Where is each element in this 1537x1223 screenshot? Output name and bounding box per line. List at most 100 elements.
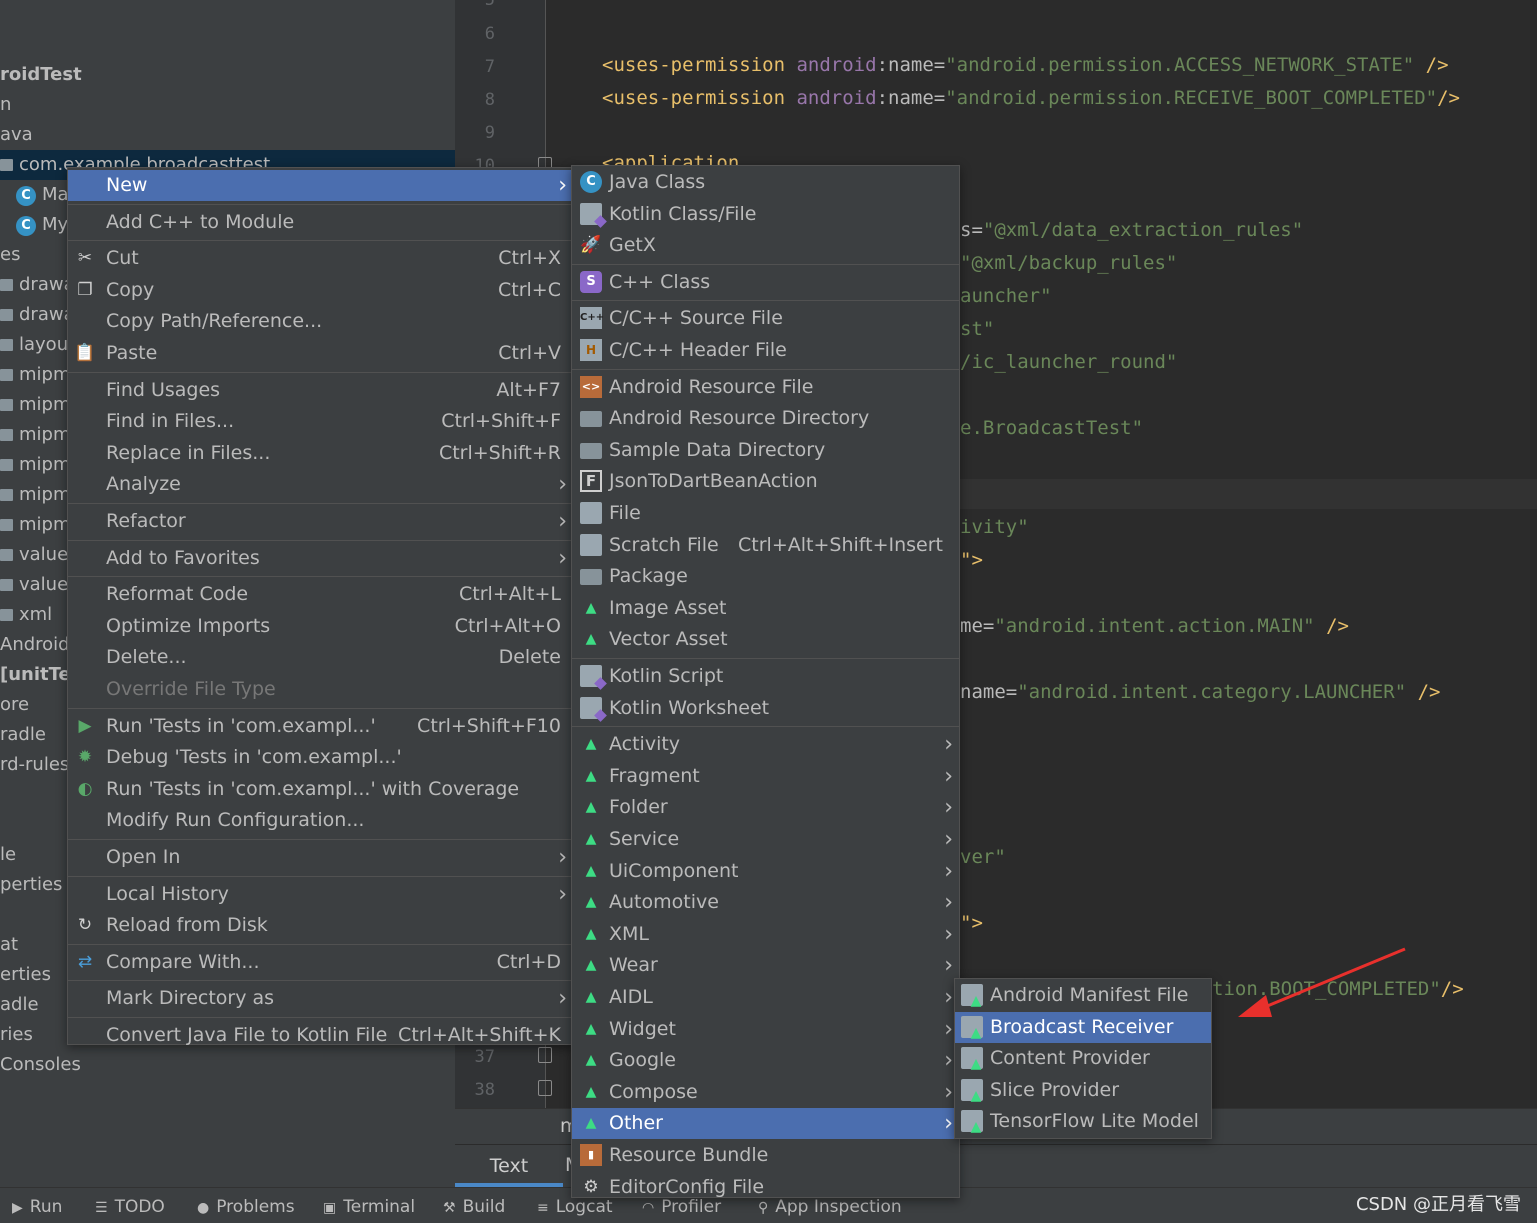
tree-item[interactable]: mipm — [0, 360, 71, 390]
menu-item-package[interactable]: Package — [572, 561, 959, 592]
tree-item[interactable]: drawa — [0, 300, 75, 330]
menu-item-label: Compare With... — [106, 950, 260, 973]
tree-item[interactable]: ore — [0, 690, 29, 720]
menu-item-open-in[interactable]: Open In › — [68, 842, 573, 873]
menu-item-java-class[interactable]: C Java Class — [572, 167, 959, 198]
menu-item-mark-directory-as[interactable]: Mark Directory as › — [68, 983, 573, 1014]
menu-item-sample-data-directory[interactable]: Sample Data Directory — [572, 435, 959, 466]
tree-item[interactable]: C Ma — [16, 180, 69, 210]
tree-item[interactable]: mipm — [0, 390, 71, 420]
tree-item[interactable]: erties — [0, 960, 51, 990]
menu-item-scratch-file[interactable]: Scratch File Ctrl+Alt+Shift+Insert — [572, 530, 959, 561]
menu-item-fragment[interactable]: ▲ Fragment › — [572, 761, 959, 792]
menu-item-uicomponent[interactable]: ▲ UiComponent › — [572, 856, 959, 887]
menu-item-getx[interactable]: 🚀 GetX — [572, 230, 959, 261]
toolwindow-build[interactable]: ⚒ Build — [443, 1188, 505, 1223]
tree-item[interactable]: ries — [0, 1020, 33, 1050]
menu-item-vector-asset[interactable]: ▲ Vector Asset — [572, 624, 959, 655]
menu-item-folder[interactable]: ▲ Folder › — [572, 792, 959, 823]
tree-item[interactable]: es — [0, 240, 20, 270]
menu-item-c-c-source-file[interactable]: C++ C/C++ Source File — [572, 303, 959, 334]
menu-item-editorconfig-file[interactable]: ⚙ EditorConfig File — [572, 1172, 959, 1203]
menu-item-image-asset[interactable]: ▲ Image Asset — [572, 593, 959, 624]
menu-item-file[interactable]: File — [572, 498, 959, 529]
menu-item-activity[interactable]: ▲ Activity › — [572, 729, 959, 760]
menu-item-local-history[interactable]: Local History › — [68, 879, 573, 910]
tree-item[interactable]: values — [0, 570, 78, 600]
menu-item-kotlin-script[interactable]: Kotlin Script — [572, 661, 959, 692]
menu-item-add-c-to-module[interactable]: Add C++ to Module — [68, 207, 573, 238]
menu-item-reload-from-disk[interactable]: ↻ Reload from Disk — [68, 910, 573, 941]
tree-item[interactable]: mipm — [0, 480, 71, 510]
menu-item-debug-tests-in-com-exampl[interactable]: ✹ Debug 'Tests in 'com.exampl...' — [68, 742, 573, 773]
tree-item[interactable]: le — [0, 840, 16, 870]
menu-item-new[interactable]: New › — [68, 170, 573, 201]
menu-item-copy[interactable]: ❐ Copy Ctrl+C — [68, 275, 573, 306]
menu-item-optimize-imports[interactable]: Optimize Imports Ctrl+Alt+O — [68, 611, 573, 642]
menu-item-service[interactable]: ▲ Service › — [572, 824, 959, 855]
menu-item-wear[interactable]: ▲ Wear › — [572, 950, 959, 981]
toolwindow-run[interactable]: ▶ Run — [12, 1188, 62, 1223]
menu-item-widget[interactable]: ▲ Widget › — [572, 1014, 959, 1045]
menu-item-copy-path-reference[interactable]: Copy Path/Reference... — [68, 306, 573, 337]
tab-text[interactable]: Text — [455, 1145, 563, 1187]
menu-item-content-provider[interactable]: ▲ Content Provider — [955, 1043, 1211, 1074]
menu-item-jsontodartbeanaction[interactable]: F JsonToDartBeanAction — [572, 466, 959, 497]
menu-item-kotlin-worksheet[interactable]: Kotlin Worksheet — [572, 693, 959, 724]
tree-item[interactable]: mipm — [0, 420, 71, 450]
menu-item-add-to-favorites[interactable]: Add to Favorites › — [68, 543, 573, 574]
tree-item[interactable]: mipm — [0, 450, 71, 480]
menu-item-slice-provider[interactable]: ▲ Slice Provider — [955, 1075, 1211, 1106]
menu-item-android-resource-file[interactable]: <> Android Resource File — [572, 372, 959, 403]
menu-item-other[interactable]: ▲ Other › — [572, 1108, 959, 1140]
fold-marker-icon[interactable] — [538, 1080, 552, 1096]
menu-item-c-class[interactable]: S C++ Class — [572, 267, 959, 298]
tree-item[interactable]: mipm — [0, 510, 71, 540]
menu-item-run-tests-in-com-exampl[interactable]: ▶ Run 'Tests in 'com.exampl...' Ctrl+Shift… — [68, 711, 573, 742]
menu-item-find-usages[interactable]: Find Usages Alt+F7 — [68, 375, 573, 406]
menu-item-refactor[interactable]: Refactor › — [68, 506, 573, 537]
menu-item-find-in-files[interactable]: Find in Files... Ctrl+Shift+F — [68, 406, 573, 437]
menu-item-analyze[interactable]: Analyze › — [68, 469, 573, 500]
tree-item[interactable]: layout — [0, 330, 75, 360]
menu-item-google[interactable]: ▲ Google › — [572, 1045, 959, 1076]
tree-item[interactable]: perties — [0, 870, 62, 900]
tree-item[interactable]: adle — [0, 990, 39, 1020]
menu-item-xml[interactable]: ▲ XML › — [572, 919, 959, 950]
menu-item-broadcast-receiver[interactable]: ▲ Broadcast Receiver — [955, 1011, 1211, 1043]
menu-item-replace-in-files[interactable]: Replace in Files... Ctrl+Shift+R — [68, 438, 573, 469]
info-icon: ● — [197, 1200, 210, 1216]
menu-item-android-resource-directory[interactable]: Android Resource Directory — [572, 403, 959, 434]
menu-item-c-c-header-file[interactable]: H C/C++ Header File — [572, 335, 959, 366]
toolwindow-todo[interactable]: ☰ TODO — [95, 1188, 165, 1223]
menu-item-modify-run-configuration[interactable]: Modify Run Configuration... — [68, 805, 573, 836]
menu-item-tensorflow-lite-model[interactable]: ▲ TensorFlow Lite Model — [955, 1106, 1211, 1137]
chevron-right-icon: › — [944, 921, 953, 947]
tree-item[interactable]: C My — [16, 210, 68, 240]
tree-item[interactable]: rd-rules — [0, 750, 69, 780]
tree-item[interactable]: at — [0, 930, 18, 960]
menu-item-aidl[interactable]: ▲ AIDL › — [572, 982, 959, 1013]
tree-item[interactable]: Consoles — [0, 1050, 81, 1080]
tree-item[interactable]: radle — [0, 720, 46, 750]
tree-item[interactable]: values — [0, 540, 78, 570]
menu-item-cut[interactable]: ✂ Cut Ctrl+X — [68, 243, 573, 274]
menu-item-compare-with[interactable]: ⇄ Compare With... Ctrl+D — [68, 947, 573, 978]
tree-item[interactable]: ava — [0, 120, 33, 150]
tree-item[interactable]: xml — [0, 600, 52, 630]
menu-item-resource-bundle[interactable]: ▮ Resource Bundle — [572, 1140, 959, 1171]
menu-item-kotlin-class-file[interactable]: Kotlin Class/File — [572, 199, 959, 230]
menu-item-run-tests-in-com-exampl-with-coverage[interactable]: ◐ Run 'Tests in 'com.exampl...' with Cove… — [68, 774, 573, 805]
tree-item[interactable]: drawa — [0, 270, 75, 300]
menu-item-delete[interactable]: Delete... Delete — [68, 642, 573, 673]
tree-item[interactable]: roidTest — [0, 60, 82, 90]
menu-item-automotive[interactable]: ▲ Automotive › — [572, 887, 959, 918]
menu-item-compose[interactable]: ▲ Compose › — [572, 1077, 959, 1108]
menu-item-reformat-code[interactable]: Reformat Code Ctrl+Alt+L — [68, 579, 573, 610]
menu-item-android-manifest-file[interactable]: ▲ Android Manifest File — [955, 980, 1211, 1011]
menu-item-convert-java-file-to-kotlin-file[interactable]: Convert Java File to Kotlin File Ctrl+Alt… — [68, 1020, 573, 1051]
tree-item[interactable]: n — [0, 90, 11, 120]
menu-item-paste[interactable]: 📋 Paste Ctrl+V — [68, 338, 573, 369]
toolwindow-terminal[interactable]: ▣ Terminal — [323, 1188, 415, 1223]
toolwindow-problems[interactable]: ● Problems — [197, 1188, 295, 1223]
